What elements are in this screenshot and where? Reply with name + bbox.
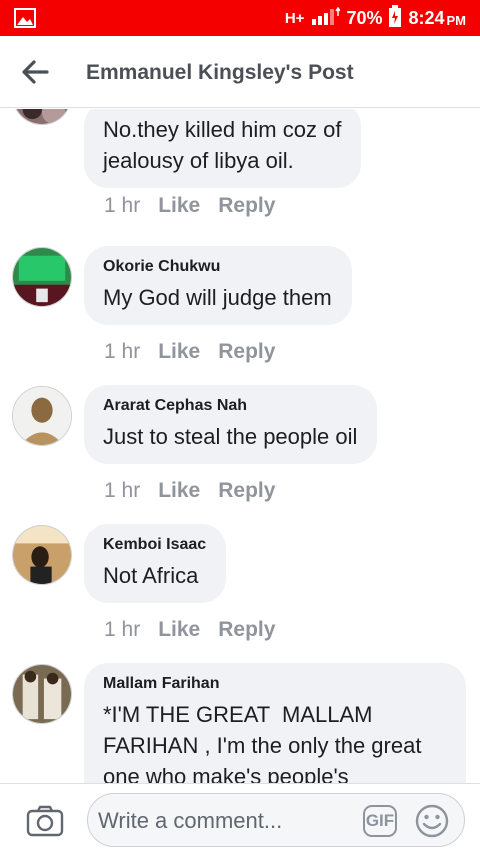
comment-author[interactable]: Kemboi Isaac xyxy=(103,536,206,554)
like-button[interactable]: Like xyxy=(158,194,200,218)
comment-time: 1 hr xyxy=(104,618,141,641)
like-button[interactable]: Like xyxy=(158,479,200,503)
comment-actions: 1 hr Like Reply xyxy=(104,479,275,503)
app-header: Emmanuel Kingsley's Post xyxy=(0,36,480,108)
like-button[interactable]: Like xyxy=(158,618,200,642)
comment-author[interactable]: Ararat Cephas Nah xyxy=(103,397,357,415)
avatar[interactable] xyxy=(12,386,72,446)
comment-actions: 1 hr Like Reply xyxy=(104,340,275,364)
comment-text: Just to steal the people oil xyxy=(103,424,358,449)
signal-icon xyxy=(310,6,342,30)
comment-text: My God will judge them xyxy=(103,285,332,310)
comment-time: 1 hr xyxy=(104,340,141,363)
comment-text: No.they killed him coz of jealousy of li… xyxy=(103,117,342,173)
network-type: H+ xyxy=(284,9,305,27)
gif-icon[interactable]: GIF xyxy=(363,805,397,837)
reply-button[interactable]: Reply xyxy=(218,340,275,364)
comment-text: *I'M THE GREAT MALLAM FARIHAN , I'm the … xyxy=(103,702,422,783)
avatar[interactable] xyxy=(12,525,72,585)
comment-bubble[interactable]: Ararat Cephas Nah Just to steal the peop… xyxy=(84,385,378,464)
comment-input[interactable]: Write a comment... GIF xyxy=(87,793,465,847)
battery-percent: 70% xyxy=(346,7,383,28)
reply-button[interactable]: Reply xyxy=(218,479,275,503)
comment-bubble[interactable]: Mallam Farihan *I'M THE GREAT MALLAM FAR… xyxy=(84,663,466,783)
comment-composer: Write a comment... GIF xyxy=(0,783,480,854)
page-title: Emmanuel Kingsley's Post xyxy=(86,61,354,84)
reply-button[interactable]: Reply xyxy=(218,194,275,218)
avatar[interactable] xyxy=(12,247,72,307)
comment-bubble[interactable]: No.they killed him coz of jealousy of li… xyxy=(84,109,362,188)
comment-time: 1 hr xyxy=(104,479,141,502)
avatar[interactable] xyxy=(12,109,72,125)
battery-icon xyxy=(388,4,402,32)
comment-actions: 1 hr Like Reply xyxy=(104,194,275,218)
back-arrow-icon[interactable] xyxy=(20,58,50,86)
comment-bubble[interactable]: Okorie Chukwu My God will judge them xyxy=(84,246,352,325)
reply-button[interactable]: Reply xyxy=(218,618,275,642)
avatar[interactable] xyxy=(12,664,72,724)
comment-bubble[interactable]: Kemboi Isaac Not Africa xyxy=(84,524,227,603)
comment-author[interactable]: Mallam Farihan xyxy=(103,675,446,693)
status-bar: H+ 70% 8:24 PM xyxy=(0,0,480,36)
comment-time: 1 hr xyxy=(104,194,141,217)
camera-icon[interactable] xyxy=(26,805,64,837)
comment-text: Not Africa xyxy=(103,563,199,588)
comment-placeholder: Write a comment... xyxy=(98,808,283,833)
clock-ampm: PM xyxy=(446,12,467,28)
status-indicators: H+ 70% 8:24 PM xyxy=(284,4,467,32)
gallery-icon xyxy=(14,8,36,28)
comment-author[interactable]: Okorie Chukwu xyxy=(103,258,332,276)
clock: 8:24 xyxy=(408,7,445,28)
comment-actions: 1 hr Like Reply xyxy=(104,618,275,642)
like-button[interactable]: Like xyxy=(158,340,200,364)
emoji-icon[interactable] xyxy=(415,804,449,838)
comment-list[interactable]: No.they killed him coz of jealousy of li… xyxy=(0,109,480,783)
